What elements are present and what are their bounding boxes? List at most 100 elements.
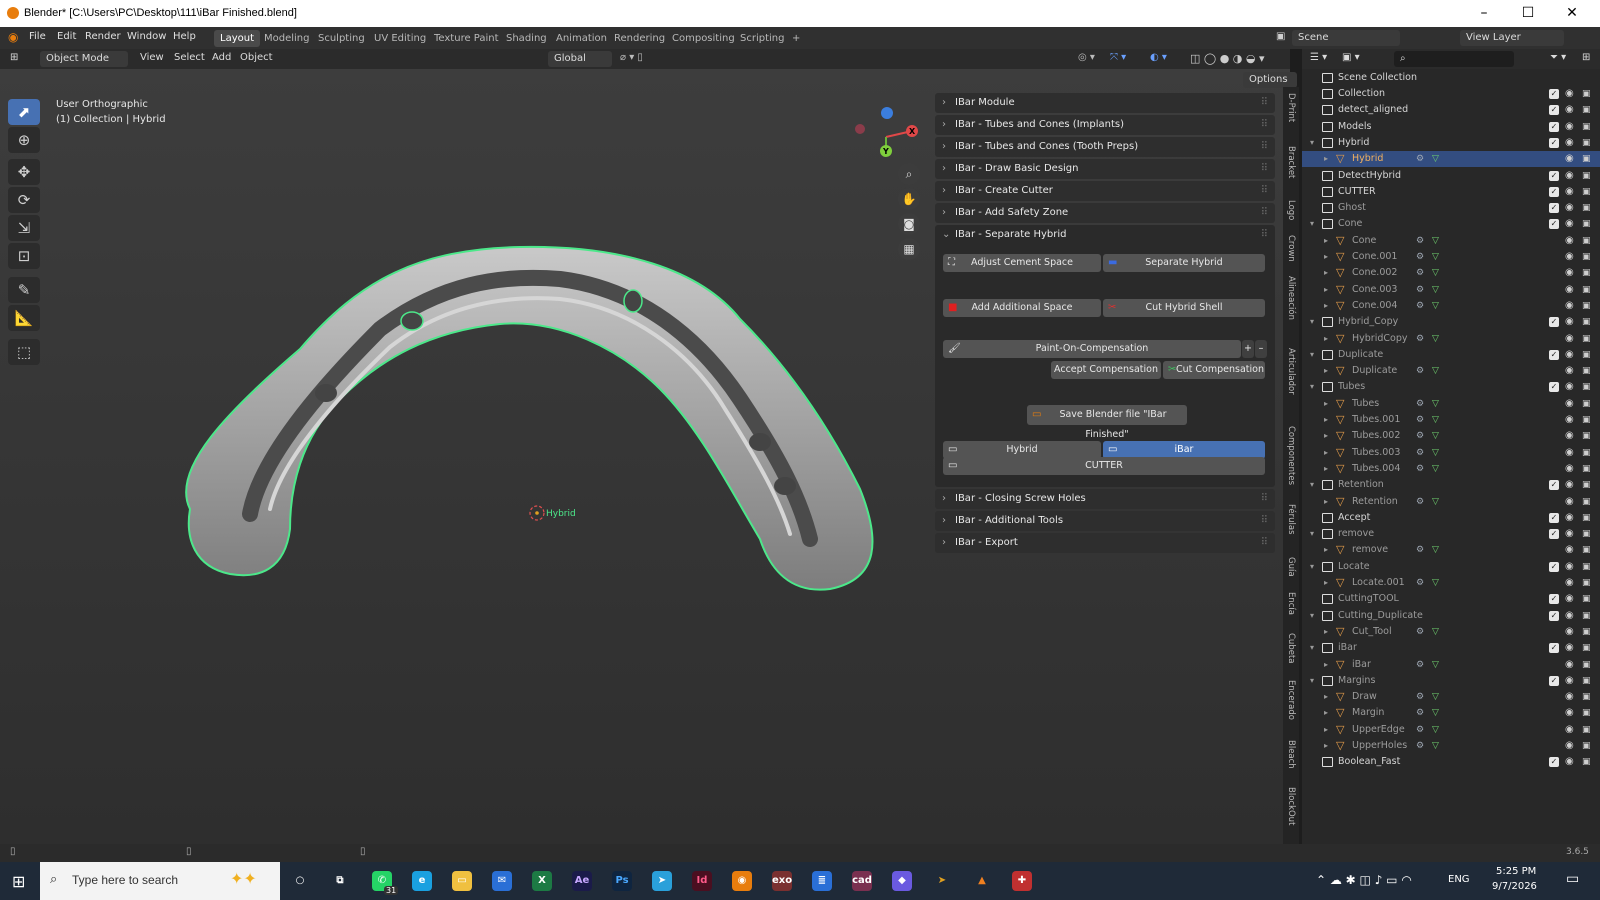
render-camera-icon[interactable]: ▣ — [1582, 233, 1591, 249]
side-tab-alineaci-n[interactable]: Alineación — [1283, 272, 1299, 324]
add-additional-space-button[interactable]: ■ Add Additional Space — [943, 299, 1101, 317]
eye-icon[interactable]: ◉ — [1565, 428, 1574, 444]
outliner-object-row[interactable]: ▸ ▽ Cone ⚙ ▽ ◉ ▣ — [1302, 233, 1600, 249]
caret-right-icon[interactable]: ▸ — [1324, 624, 1328, 640]
outliner-search-input[interactable]: ⌕ — [1394, 51, 1514, 67]
outliner-object-row[interactable]: ▸ ▽ Draw ⚙ ▽ ◉ ▣ — [1302, 689, 1600, 705]
render-camera-icon[interactable]: ▣ — [1582, 168, 1591, 184]
eye-icon[interactable]: ◉ — [1565, 216, 1574, 232]
outliner-collection-row[interactable]: CuttingTOOL ✓ ◉ ▣ — [1302, 591, 1600, 607]
outliner-collection-row[interactable]: ▾ Locate ✓ ◉ ▣ — [1302, 559, 1600, 575]
render-camera-icon[interactable]: ▣ — [1582, 657, 1591, 673]
file-explorer-icon[interactable]: ▭ — [452, 871, 472, 891]
outliner-collection-row[interactable]: ▾ Hybrid_Copy ✓ ◉ ▣ — [1302, 314, 1600, 330]
photoshop-icon[interactable]: Ps — [612, 871, 632, 891]
outliner-collection-row[interactable]: ▾ Cutting_Duplicate ✓ ◉ ▣ — [1302, 608, 1600, 624]
exclude-checkbox[interactable]: ✓ — [1549, 137, 1559, 148]
scene-selector[interactable]: Scene — [1292, 30, 1400, 46]
eye-icon[interactable]: ◉ — [1565, 282, 1574, 298]
side-tab-d-print[interactable]: D-Print — [1283, 89, 1299, 126]
paint-on-compensation-button[interactable]: 🖌 Paint-On-Compensation — [943, 340, 1241, 358]
language-indicator[interactable]: ENG — [1448, 874, 1470, 885]
exclude-checkbox[interactable]: ✓ — [1549, 512, 1559, 523]
workspace-tab-scripting[interactable]: Scripting — [734, 30, 790, 47]
render-camera-icon[interactable]: ▣ — [1582, 249, 1591, 265]
caret-right-icon[interactable]: ▸ — [1324, 298, 1328, 314]
workspace-tab-shading[interactable]: Shading — [500, 30, 553, 47]
caret-right-icon[interactable]: ▸ — [1324, 363, 1328, 379]
maximize-button[interactable]: ☐ — [1508, 3, 1548, 23]
render-camera-icon[interactable]: ▣ — [1582, 510, 1591, 526]
accept-compensation-button[interactable]: Accept Compensation — [1051, 361, 1161, 379]
caret-down-icon[interactable]: ▾ — [1310, 347, 1314, 363]
workspace-tab-modeling[interactable]: Modeling — [258, 30, 316, 47]
excel-icon[interactable]: X — [532, 871, 552, 891]
eye-icon[interactable]: ◉ — [1565, 673, 1574, 689]
outliner-object-row[interactable]: ▸ ▽ remove ⚙ ▽ ◉ ▣ — [1302, 542, 1600, 558]
orientation-selector[interactable]: Global — [548, 51, 612, 67]
caret-down-icon[interactable]: ▾ — [1310, 640, 1314, 656]
compensation-minus-button[interactable]: – — [1255, 340, 1267, 358]
drag-grip-icon[interactable]: ⠿ — [1261, 489, 1268, 509]
outliner-object-row[interactable]: ▸ ▽ Tubes.001 ⚙ ▽ ◉ ▣ — [1302, 412, 1600, 428]
section-tubes-tooth-preps[interactable]: › IBar - Tubes and Cones (Tooth Preps) ⠿ — [935, 137, 1275, 157]
outliner-object-row[interactable]: ▸ ▽ Retention ⚙ ▽ ◉ ▣ — [1302, 494, 1600, 510]
new-collection-icon[interactable]: ⊞ — [1582, 52, 1590, 63]
outliner-object-row[interactable]: ▸ ▽ Cone.001 ⚙ ▽ ◉ ▣ — [1302, 249, 1600, 265]
outliner-collection-row[interactable]: Collection ✓ ◉ ▣ — [1302, 86, 1600, 102]
menu-add[interactable]: Add — [212, 52, 231, 63]
caret-down-icon[interactable]: ▾ — [1310, 608, 1314, 624]
exclude-checkbox[interactable]: ✓ — [1549, 382, 1559, 393]
render-camera-icon[interactable]: ▣ — [1582, 200, 1591, 216]
drag-grip-icon[interactable]: ⠿ — [1261, 93, 1268, 113]
notification-icon[interactable]: ▭ — [1566, 871, 1579, 887]
render-camera-icon[interactable]: ▣ — [1582, 542, 1591, 558]
scene-collection-row[interactable]: Scene Collection — [1302, 70, 1600, 86]
drag-grip-icon[interactable]: ⠿ — [1261, 159, 1268, 179]
eye-icon[interactable]: ◉ — [1565, 526, 1574, 542]
outliner-object-row[interactable]: ▸ ▽ Hybrid ⚙ ▽ ◉ ▣ — [1302, 151, 1600, 168]
add-workspace-button[interactable]: + — [786, 30, 806, 47]
eye-icon[interactable]: ◉ — [1565, 494, 1574, 510]
section-closing-screw-holes[interactable]: › IBar - Closing Screw Holes ⠿ — [935, 489, 1275, 509]
section-create-cutter[interactable]: › IBar - Create Cutter ⠿ — [935, 181, 1275, 201]
eye-icon[interactable]: ◉ — [1565, 608, 1574, 624]
exclude-checkbox[interactable]: ✓ — [1549, 349, 1559, 360]
copilot-icon[interactable]: ◆ — [892, 871, 912, 891]
eye-icon[interactable]: ◉ — [1565, 754, 1574, 770]
workspace-tab-layout[interactable]: Layout — [214, 30, 260, 47]
render-camera-icon[interactable]: ▣ — [1582, 575, 1591, 591]
eye-icon[interactable]: ◉ — [1565, 184, 1574, 200]
eye-icon[interactable]: ◉ — [1565, 461, 1574, 477]
eye-icon[interactable]: ◉ — [1565, 396, 1574, 412]
eye-icon[interactable]: ◉ — [1565, 102, 1574, 118]
gizmo-icon[interactable]: ⤧ ▾ — [1110, 52, 1126, 63]
render-camera-icon[interactable]: ▣ — [1582, 86, 1591, 102]
caret-right-icon[interactable]: ▸ — [1324, 151, 1328, 167]
pan-hand-icon[interactable]: ✋ — [898, 188, 920, 210]
outliner-object-row[interactable]: ▸ ▽ Locate.001 ⚙ ▽ ◉ ▣ — [1302, 575, 1600, 591]
outliner-collection-row[interactable]: ▾ Cone ✓ ◉ ▣ — [1302, 216, 1600, 232]
section-export[interactable]: › IBar - Export ⠿ — [935, 533, 1275, 553]
exclude-checkbox[interactable]: ✓ — [1549, 170, 1559, 181]
exclude-checkbox[interactable]: ✓ — [1549, 203, 1559, 214]
render-camera-icon[interactable]: ▣ — [1582, 494, 1591, 510]
eye-icon[interactable]: ◉ — [1565, 657, 1574, 673]
caret-right-icon[interactable]: ▸ — [1324, 575, 1328, 591]
drag-grip-icon[interactable]: ⠿ — [1261, 203, 1268, 223]
caret-down-icon[interactable]: ▾ — [1310, 135, 1314, 151]
outliner-collection-row[interactable]: ▾ Margins ✓ ◉ ▣ — [1302, 673, 1600, 689]
outliner-collection-row[interactable]: Models ✓ ◉ ▣ — [1302, 119, 1600, 135]
eye-icon[interactable]: ◉ — [1565, 510, 1574, 526]
eye-icon[interactable]: ◉ — [1565, 738, 1574, 754]
blender-tool-icon[interactable]: ✚ — [1012, 871, 1032, 891]
menu-file[interactable]: File — [29, 31, 46, 42]
exclude-checkbox[interactable]: ✓ — [1549, 480, 1559, 491]
outliner-collection-row[interactable]: ▾ Tubes ✓ ◉ ▣ — [1302, 379, 1600, 395]
exclude-checkbox[interactable]: ✓ — [1549, 643, 1559, 654]
exclude-checkbox[interactable]: ✓ — [1549, 561, 1559, 572]
caret-down-icon[interactable]: ▾ — [1310, 379, 1314, 395]
eye-icon[interactable]: ◉ — [1565, 151, 1574, 167]
render-camera-icon[interactable]: ▣ — [1582, 151, 1591, 167]
outliner-collection-row[interactable]: Ghost ✓ ◉ ▣ — [1302, 200, 1600, 216]
